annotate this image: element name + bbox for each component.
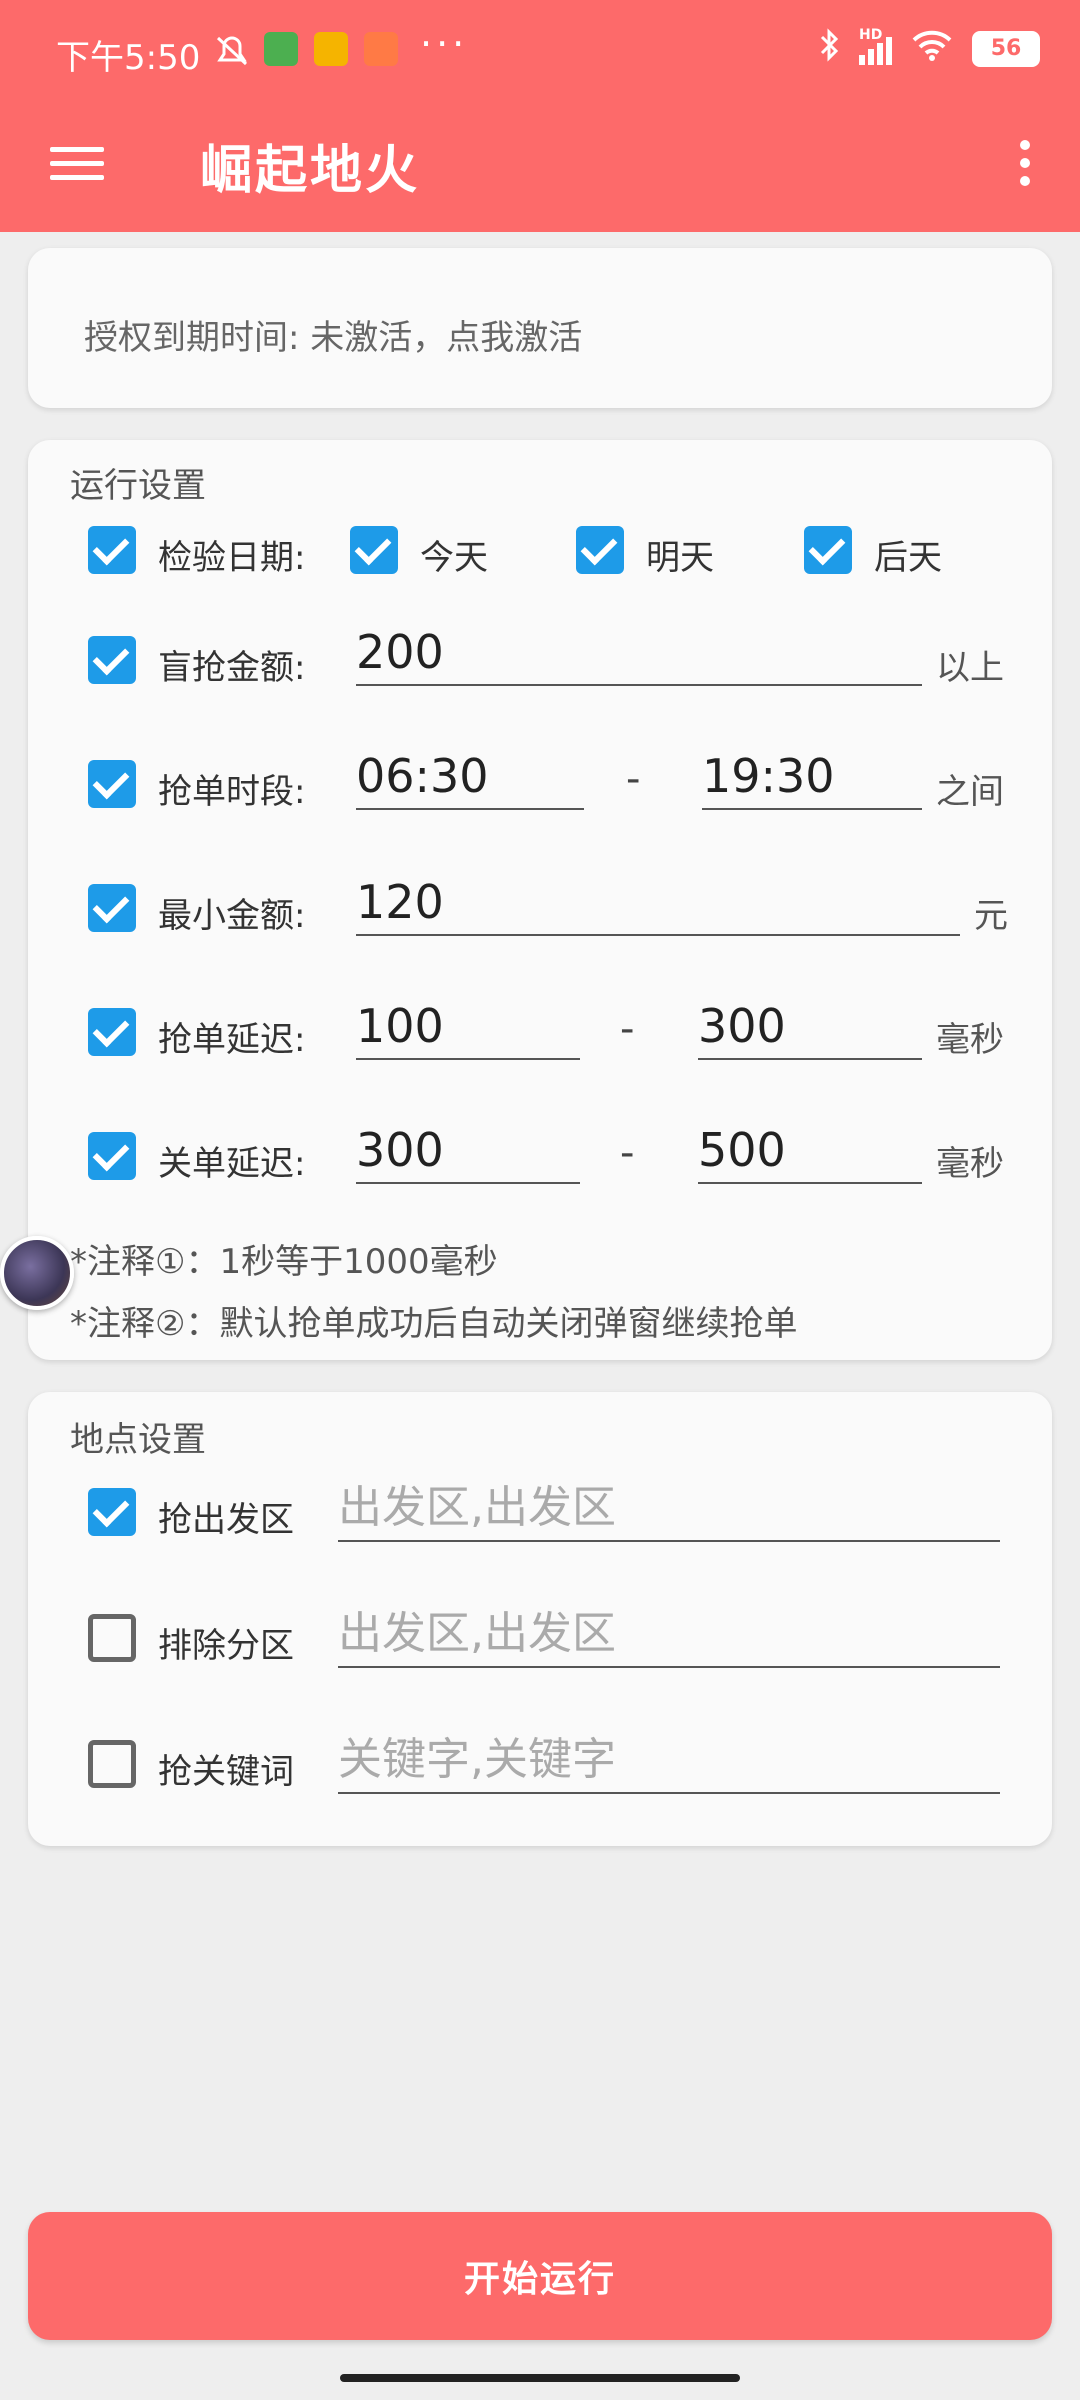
check-date-label: 检验日期: (158, 538, 306, 578)
grab-departure-checkbox[interactable] (88, 1488, 136, 1536)
time-to-input[interactable]: 19:30 (702, 744, 922, 810)
status-right: HD 56 (819, 27, 1040, 69)
status-bar: 下午5:50 ··· HD 56 (0, 0, 1080, 104)
grab-departure-input[interactable]: 出发区,出发区 (338, 1476, 1000, 1542)
grab-delay-from-input[interactable]: 100 (356, 994, 580, 1060)
day-after-label: 后天 (874, 538, 942, 578)
tomorrow-checkbox[interactable] (576, 526, 624, 574)
grab-delay-to-input[interactable]: 300 (698, 994, 922, 1060)
note-2: *注释②：默认抢单成功后自动关闭弹窗继续抢单 (70, 1304, 798, 1344)
mute-icon (214, 34, 248, 68)
grab-delay-checkbox[interactable] (88, 1008, 136, 1056)
blind-amount-checkbox[interactable] (88, 636, 136, 684)
grab-delay-separator: - (620, 1006, 635, 1052)
close-delay-to-input[interactable]: 500 (698, 1118, 922, 1184)
min-amount-checkbox[interactable] (88, 884, 136, 932)
run-settings-card: 运行设置 检验日期: 今天 明天 后天 盲抢金额: 200 以上 抢单时段: 0… (28, 440, 1052, 1360)
download-app-icon (264, 32, 298, 66)
grab-keyword-checkbox[interactable] (88, 1740, 136, 1788)
status-time: 下午5:50 (56, 38, 201, 78)
wifi-icon (910, 28, 954, 69)
close-delay-separator: - (620, 1130, 635, 1176)
location-settings-card: 地点设置 抢出发区 出发区,出发区 排除分区 出发区,出发区 抢关键词 关键字,… (28, 1392, 1052, 1846)
auth-expiry-text[interactable]: 授权到期时间: 未激活，点我激活 (84, 310, 582, 359)
grab-keyword-label: 抢关键词 (158, 1752, 294, 1792)
bluetooth-icon (819, 28, 841, 69)
grab-delay-unit: 毫秒 (936, 1020, 1004, 1060)
min-amount-input[interactable]: 120 (356, 870, 960, 936)
grab-keyword-input[interactable]: 关键字,关键字 (338, 1728, 1000, 1794)
blind-amount-unit: 以上 (936, 648, 1004, 688)
close-delay-checkbox[interactable] (88, 1132, 136, 1180)
blind-amount-input[interactable]: 200 (356, 620, 922, 686)
overflow-menu-icon[interactable] (1010, 134, 1040, 194)
notes-app-icon (314, 32, 348, 66)
check-date-checkbox[interactable] (88, 526, 136, 574)
auth-card[interactable]: 授权到期时间: 未激活，点我激活 (28, 248, 1052, 408)
blind-amount-label: 盲抢金额: (158, 648, 306, 688)
battery-icon: 56 (972, 30, 1040, 67)
more-notifications-icon: ··· (420, 22, 469, 66)
app-title: 崛起地火 (200, 141, 421, 201)
signal-icon: HD (859, 27, 892, 65)
shop-app-icon (364, 32, 398, 66)
time-separator: - (626, 756, 641, 802)
app-bar: 崛起地火 (0, 104, 1080, 232)
today-label: 今天 (420, 538, 488, 578)
start-run-button[interactable]: 开始运行 (28, 2212, 1052, 2340)
close-delay-unit: 毫秒 (936, 1144, 1004, 1184)
min-amount-label: 最小金额: (158, 896, 306, 936)
home-indicator[interactable] (340, 2374, 740, 2382)
floating-window-thumbnail[interactable] (0, 1236, 74, 1310)
time-from-input[interactable]: 06:30 (356, 744, 584, 810)
day-after-checkbox[interactable] (804, 526, 852, 574)
exclude-zone-input[interactable]: 出发区,出发区 (338, 1602, 1000, 1668)
time-period-checkbox[interactable] (88, 760, 136, 808)
time-period-unit: 之间 (936, 772, 1004, 812)
close-delay-from-input[interactable]: 300 (356, 1118, 580, 1184)
grab-delay-label: 抢单延迟: (158, 1020, 306, 1060)
note-1: *注释①：1秒等于1000毫秒 (70, 1242, 498, 1282)
min-amount-unit: 元 (974, 896, 1008, 936)
tomorrow-label: 明天 (646, 538, 714, 578)
hamburger-menu-icon[interactable] (50, 138, 104, 192)
close-delay-label: 关单延迟: (158, 1144, 306, 1184)
network-type: HD (859, 26, 883, 43)
location-settings-title: 地点设置 (70, 1420, 206, 1460)
exclude-zone-label: 排除分区 (158, 1626, 294, 1666)
grab-departure-label: 抢出发区 (158, 1500, 294, 1540)
time-period-label: 抢单时段: (158, 772, 306, 812)
today-checkbox[interactable] (350, 526, 398, 574)
exclude-zone-checkbox[interactable] (88, 1614, 136, 1662)
run-settings-title: 运行设置 (70, 466, 206, 506)
